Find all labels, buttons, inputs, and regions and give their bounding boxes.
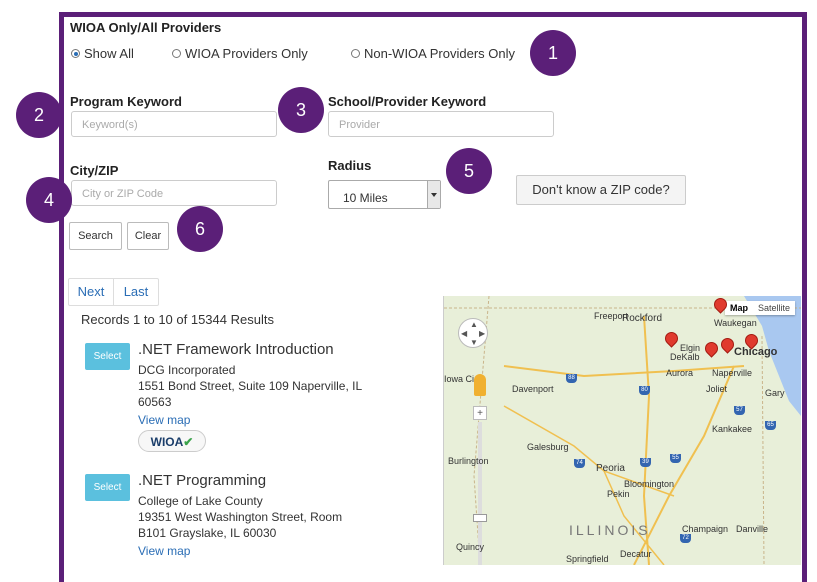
radio-wioa-only-dot (172, 49, 181, 58)
radius-label: Radius (328, 158, 372, 173)
map-city: Decatur (620, 549, 652, 559)
radio-show-all-label: Show All (84, 46, 134, 61)
radius-select[interactable]: 10 Miles (328, 180, 441, 209)
radius-value: 10 Miles (343, 191, 388, 205)
pan-right-icon: ▶ (479, 329, 486, 338)
street-view-pegman-icon[interactable] (474, 374, 486, 396)
map-city: Pekin (607, 489, 630, 499)
search-button[interactable]: Search (69, 222, 122, 250)
map-city: Naperville (712, 368, 753, 378)
pagination: Next Last (68, 278, 159, 306)
highway-shield-icon: 39 (640, 458, 651, 467)
provider-keyword-input[interactable]: Provider (328, 111, 554, 137)
pan-left-icon: ◀ (461, 329, 468, 338)
map-city: Burlington (448, 456, 489, 466)
clear-button[interactable]: Clear (127, 222, 169, 250)
highway-line (503, 365, 745, 378)
highway-shield-icon: 80 (639, 386, 650, 395)
radio-show-all[interactable]: Show All (71, 46, 134, 61)
highway-shield-icon: 72 (680, 534, 691, 543)
zip-help-button[interactable]: Don't know a ZIP code? (516, 175, 686, 205)
program-keyword-input[interactable]: Keyword(s) (71, 111, 277, 137)
select-result-button[interactable]: Select (85, 343, 130, 370)
callout-5: 5 (446, 148, 492, 194)
pan-control[interactable]: ▲ ▼ ◀ ▶ (458, 318, 488, 348)
radio-wioa-only[interactable]: WIOA Providers Only (172, 46, 308, 61)
view-map-link[interactable]: View map (138, 413, 190, 427)
zoom-in-button[interactable]: + (473, 406, 487, 420)
city-zip-label: City/ZIP (70, 163, 119, 178)
map-city: Aurora (666, 368, 694, 378)
map-type-satellite[interactable]: Satellite (752, 301, 795, 315)
map-type-map[interactable]: Map (724, 301, 753, 315)
map-city: Springfield (566, 554, 609, 564)
filter-heading: WIOA Only/All Providers (70, 20, 222, 35)
radio-wioa-only-label: WIOA Providers Only (185, 46, 308, 61)
callout-4: 4 (26, 177, 72, 223)
last-page-link[interactable]: Last (114, 279, 158, 305)
map-city: Quincy (456, 542, 485, 552)
result-address-line1: 1551 Bond Street, Suite 109 Naperville, … (138, 379, 363, 393)
pan-down-icon: ▼ (470, 338, 478, 347)
map-city: Rockford (622, 313, 663, 324)
map-city: Kankakee (712, 424, 753, 434)
zoom-slider-handle[interactable] (473, 514, 487, 522)
next-page-link[interactable]: Next (69, 279, 114, 305)
map-city: Peoria (596, 463, 625, 474)
result-title[interactable]: .NET Framework Introduction (138, 341, 334, 358)
results-summary: Records 1 to 10 of 15344 Results (81, 312, 274, 327)
result-provider: College of Lake County (138, 494, 263, 508)
checkmark-icon: ✔ (183, 435, 194, 449)
map-city: Bloomington (624, 479, 675, 489)
map-city: DeKalb (670, 352, 700, 362)
program-keyword-label: Program Keyword (70, 94, 182, 109)
highway-shield-icon: 88 (566, 374, 577, 383)
result-address-line2: 60563 (138, 395, 172, 409)
callout-6: 6 (177, 206, 223, 252)
highway-shield-icon: 57 (734, 406, 745, 415)
map-city: Joliet (706, 384, 728, 394)
result-address-line1: 19351 West Washington Street, Room (138, 510, 343, 524)
select-result-button[interactable]: Select (85, 474, 130, 501)
radio-non-wioa-dot (351, 49, 360, 58)
pan-up-icon: ▲ (470, 320, 478, 329)
map-type-control: Map Satellite (724, 301, 795, 315)
provider-keyword-label: School/Provider Keyword (328, 94, 487, 109)
map-city: Gary (765, 388, 785, 398)
wioa-badge-label: WIOA (150, 435, 184, 449)
map-city: Galesburg (527, 442, 569, 452)
map-city: Danville (736, 524, 769, 534)
view-map-link[interactable]: View map (138, 544, 190, 558)
result-title[interactable]: .NET Programming (138, 472, 266, 489)
radio-show-all-dot (71, 49, 80, 58)
map-state-label: ILLINOIS (569, 522, 651, 538)
chevron-down-icon (427, 181, 440, 208)
wioa-badge: WIOA✔ (138, 430, 206, 452)
callout-3: 3 (278, 87, 324, 133)
map-city: Iowa Ci (444, 374, 475, 384)
highway-shield-icon: 74 (574, 459, 585, 468)
radio-non-wioa[interactable]: Non-WIOA Providers Only (351, 46, 515, 61)
map-city: Davenport (512, 384, 554, 394)
map-city: Chicago (734, 346, 778, 358)
highway-shield-icon: 55 (670, 454, 681, 463)
map-city: Waukegan (714, 318, 757, 328)
city-zip-input[interactable]: City or ZIP Code (71, 180, 277, 206)
map-city: Champaign (682, 524, 729, 534)
callout-1: 1 (530, 30, 576, 76)
highway-shield-icon: 65 (765, 421, 776, 430)
radio-non-wioa-label: Non-WIOA Providers Only (364, 46, 515, 61)
result-provider: DCG Incorporated (138, 363, 236, 377)
result-address-line2: B101 Grayslake, IL 60030 (138, 526, 277, 540)
callout-2: 2 (16, 92, 62, 138)
results-map[interactable]: Map Satellite ▲ ▼ ◀ ▶ + Freeport Rockfor… (443, 296, 801, 565)
